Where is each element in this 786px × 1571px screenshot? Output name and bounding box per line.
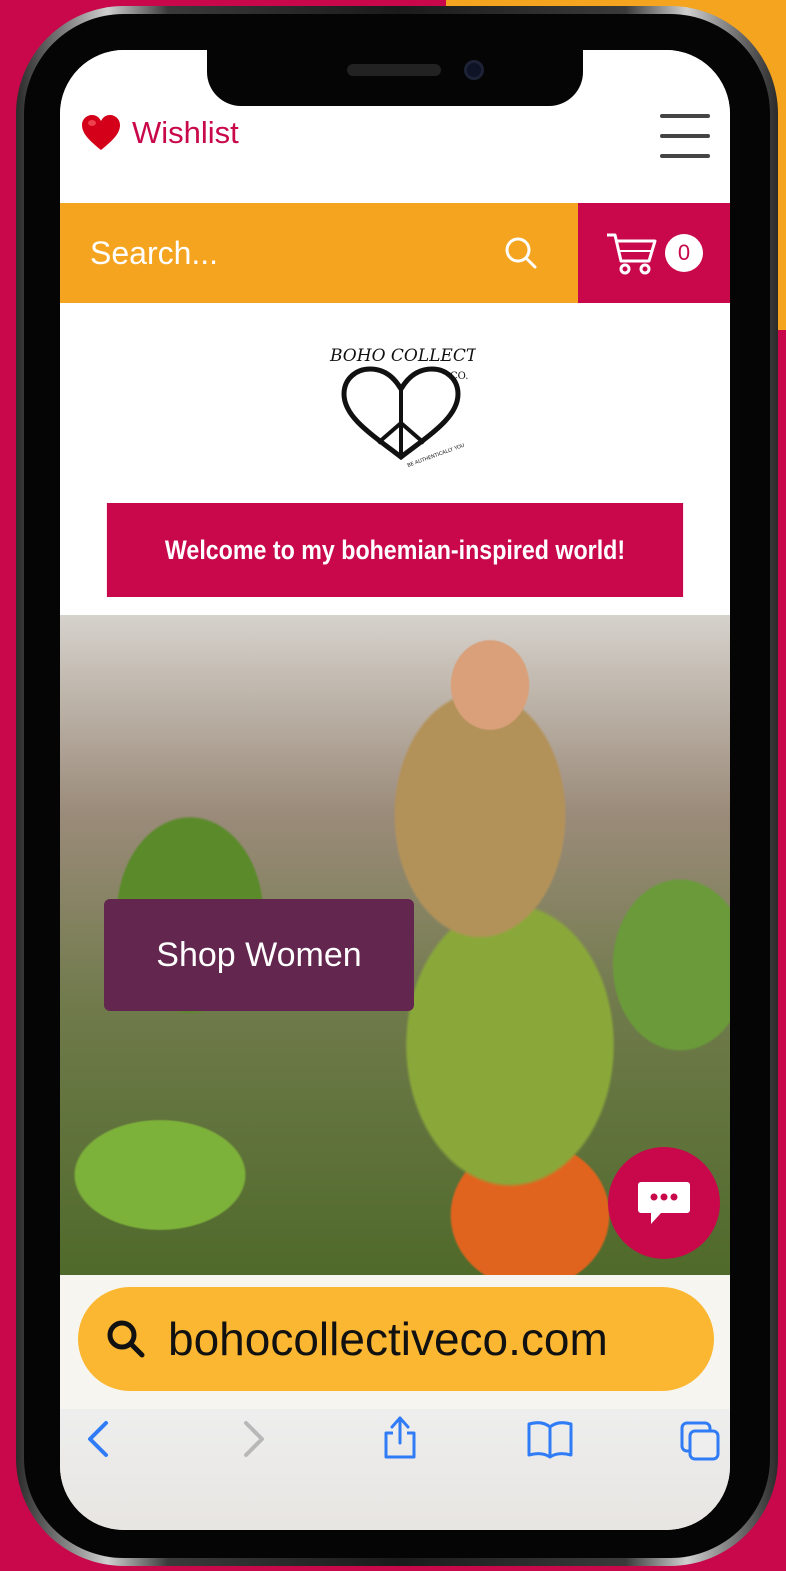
- wishlist-label: Wishlist: [132, 115, 239, 150]
- bookmarks-icon[interactable]: [526, 1419, 574, 1459]
- cart-button[interactable]: 0: [578, 203, 730, 303]
- browser-toolbar: [60, 1409, 730, 1530]
- logo-area: BOHO COLLECTIVE CO. BE AUTHENTICALLY YOU: [60, 303, 730, 503]
- phone-notch: [207, 50, 583, 106]
- share-icon[interactable]: [382, 1413, 418, 1461]
- shop-women-button[interactable]: Shop Women: [104, 899, 414, 1011]
- svg-text:BOHO COLLECTIVE: BOHO COLLECTIVE: [329, 346, 476, 366]
- front-camera: [464, 60, 484, 80]
- heart-icon: [82, 115, 120, 150]
- search-input[interactable]: Search...: [90, 235, 504, 272]
- search-icon[interactable]: [504, 236, 538, 270]
- browser-address-area: bohocollectiveco.com: [60, 1275, 730, 1409]
- brand-logo[interactable]: BOHO COLLECTIVE CO. BE AUTHENTICALLY YOU: [326, 339, 476, 469]
- cart-icon: [607, 233, 657, 275]
- chat-icon: [638, 1182, 690, 1224]
- wishlist-link[interactable]: Wishlist: [80, 114, 239, 152]
- back-icon[interactable]: [84, 1419, 114, 1459]
- tabs-icon[interactable]: [678, 1419, 722, 1461]
- hamburger-icon[interactable]: [660, 114, 710, 160]
- speaker: [347, 64, 441, 76]
- cart-count-badge: 0: [665, 234, 703, 272]
- url-text: bohocollectiveco.com: [168, 1313, 608, 1365]
- address-bar[interactable]: bohocollectiveco.com: [78, 1287, 714, 1391]
- search-icon: [107, 1320, 145, 1358]
- hero-image: Shop Women: [60, 615, 730, 1275]
- search-bar[interactable]: Search...: [60, 203, 578, 303]
- phone-screen: Wishlist Search... 0 BOHO COLLECTIVE CO.: [60, 50, 730, 1530]
- welcome-text: Welcome to my bohemian-inspired world!: [164, 534, 626, 565]
- welcome-banner: Welcome to my bohemian-inspired world!: [106, 503, 684, 597]
- forward-icon[interactable]: [238, 1419, 268, 1459]
- chat-button[interactable]: [608, 1147, 720, 1259]
